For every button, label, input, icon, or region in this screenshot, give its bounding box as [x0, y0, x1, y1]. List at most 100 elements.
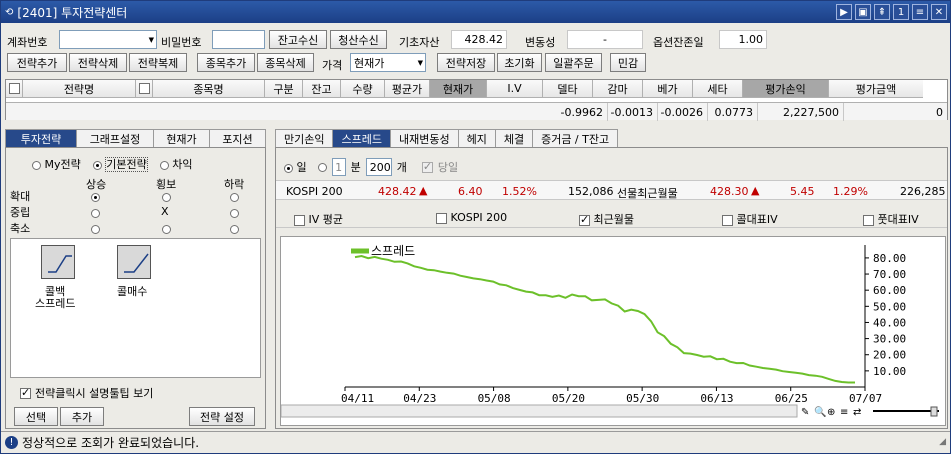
count-input[interactable]: 200 [365, 158, 392, 176]
matrix-radio[interactable] [230, 193, 239, 202]
chart-tool-icon[interactable]: ⊕ [827, 407, 835, 418]
delete-strategy-button[interactable]: 전략삭제 [69, 53, 127, 72]
matrix-radio[interactable] [162, 225, 171, 234]
menu-icon[interactable]: ≡ [912, 4, 928, 20]
grid-header: 평가금액 [829, 80, 923, 98]
quote-change: 6.40 [458, 185, 483, 198]
minute-label: 분 [350, 161, 361, 174]
grid-header: 구분 [265, 80, 303, 98]
chart-tool-icon[interactable]: ≡ [840, 407, 848, 418]
check-call-iv[interactable]: 콜대표IV [722, 211, 778, 227]
select-button[interactable]: 선택 [14, 407, 58, 426]
col-head-down: 하락 [224, 178, 245, 191]
row-head-shrink: 축소 [10, 222, 31, 235]
radio-day[interactable]: 일 [284, 159, 307, 175]
spread-chart: 80.00 70.00 60.00 50.00 40.00 30.00 20.00 10.00… [280, 237, 945, 425]
pin-icon[interactable]: ⇞ [874, 4, 890, 20]
settle-receive-button[interactable]: 청산수신 [330, 30, 387, 49]
price-select-value: 현재가 [354, 56, 385, 70]
radio-label: 차익 [172, 158, 193, 171]
col-head-up: 상승 [86, 178, 107, 191]
radio-minute[interactable] [317, 162, 327, 172]
account-label: 계좌번호 [7, 36, 48, 49]
tab-expiry-pnl[interactable]: 만기손익 [275, 129, 334, 147]
chart-tool-icon[interactable]: ⇄ [853, 407, 861, 418]
series-checks: IV 평균 KOSPI 200 최근월물 콜대표IV 풋대표IV [276, 206, 947, 228]
grid-header: 현재가 [430, 80, 487, 98]
chart-tool-icon[interactable]: ✎ [801, 407, 809, 418]
tab-strategy[interactable]: 투자전략 [5, 129, 77, 147]
minute-input[interactable]: 1 [331, 158, 346, 176]
horizontal-scrollbar[interactable] [280, 404, 798, 418]
tab-implied-vol[interactable]: 내재변동성 [389, 129, 459, 147]
add-button[interactable]: 추가 [60, 407, 104, 426]
tooltip-checkbox[interactable]: 전략클릭시 설명툴팁 보기 [20, 385, 153, 401]
check-put-iv[interactable]: 풋대표IV [863, 211, 919, 227]
radio-label: 기본전략 [105, 157, 148, 172]
maximize-icon[interactable]: ▣ [855, 4, 871, 20]
bulk-order-button[interactable]: 일괄주문 [545, 53, 602, 72]
price-select[interactable]: 현재가 ▼ [350, 53, 426, 72]
tab-spread[interactable]: 스프레드 [332, 129, 391, 147]
quote-pct: 1.29% [833, 185, 868, 198]
radio-label: 일 [296, 161, 307, 174]
tab-graph-settings[interactable]: 그래프설정 [76, 129, 154, 147]
grid-header: 감마 [593, 80, 643, 98]
call-spread-icon[interactable] [41, 245, 75, 279]
balance-receive-button[interactable]: 잔고수신 [269, 30, 327, 49]
check-kospi200[interactable]: KOSPI 200 [436, 211, 507, 224]
save-strategy-button[interactable]: 전략저장 [437, 53, 495, 72]
matrix-x-mark[interactable]: X [161, 205, 169, 218]
next-icon[interactable]: ▶ [836, 4, 852, 20]
matrix-radio[interactable] [91, 209, 100, 218]
sensitivity-button[interactable]: 민감 [610, 53, 646, 72]
password-input[interactable] [212, 30, 265, 49]
add-strategy-button[interactable]: 전략추가 [7, 53, 67, 72]
today-checkbox[interactable] [421, 160, 433, 173]
reset-button[interactable]: 초기화 [497, 53, 542, 72]
grid-header: 평가손익 [743, 80, 829, 98]
matrix-radio[interactable] [230, 209, 239, 218]
tab-margin[interactable]: 증거금 / T잔고 [532, 129, 619, 147]
grid-header-check[interactable] [136, 80, 153, 98]
radio-basic-strategy[interactable]: 기본전략 [92, 156, 148, 172]
one-icon[interactable]: 1 [893, 4, 909, 20]
grid-header: 수량 [341, 80, 385, 98]
tab-hedge[interactable]: 헤지 [457, 129, 496, 147]
col-head-flat: 횡보 [156, 178, 177, 191]
quote-name: 선물최근월물 [617, 187, 678, 200]
grid-header: 평균가 [385, 80, 430, 98]
radio-arbitrage[interactable]: 차익 [159, 156, 193, 172]
y-tick-label: 40.00 [873, 316, 906, 329]
select-all-checkbox[interactable] [8, 83, 20, 94]
radio-my-strategy[interactable]: My전략 [32, 156, 81, 172]
resize-grip-icon[interactable]: ◢ [939, 437, 946, 447]
check-near-month[interactable]: 최근월물 [579, 211, 634, 227]
zoom-slider-handle[interactable] [930, 406, 938, 417]
check-label: 최근월물 [593, 213, 634, 226]
chart-tool-icon[interactable]: 🔍 [814, 405, 826, 418]
call-buy-icon[interactable] [117, 245, 151, 279]
matrix-radio[interactable] [230, 225, 239, 234]
tab-current-price[interactable]: 현재가 [153, 129, 210, 147]
close-icon[interactable]: ✕ [931, 4, 947, 20]
add-item-button[interactable]: 종목추가 [197, 53, 255, 72]
grid-header: 전략명 [23, 80, 136, 98]
link-icon: ⟲ [5, 6, 14, 18]
matrix-radio[interactable] [91, 193, 100, 202]
matrix-radio[interactable] [91, 225, 100, 234]
volatility-value: - [567, 30, 643, 49]
grid-header-check[interactable] [6, 80, 23, 98]
check-iv-avg[interactable]: IV 평균 [294, 211, 343, 227]
password-label: 비밀번호 [161, 36, 202, 49]
tab-execution[interactable]: 체결 [494, 129, 534, 147]
main-window: ⟲ [2401] 투자전략센터 ▶ ▣ ⇞ 1 ≡ ✕ 계좌번호 ▼ 비밀번호 … [0, 0, 951, 454]
account-select[interactable]: ▼ [59, 30, 157, 49]
matrix-radio[interactable] [162, 193, 171, 202]
strategy-setting-button[interactable]: 전략 설정 [189, 407, 255, 426]
delete-item-button[interactable]: 종목삭제 [257, 53, 314, 72]
quote-price: 428.42 [378, 185, 417, 198]
copy-strategy-button[interactable]: 전략복제 [129, 53, 187, 72]
tab-position[interactable]: 포지션 [209, 129, 266, 147]
select-all-items-checkbox[interactable] [138, 83, 150, 94]
